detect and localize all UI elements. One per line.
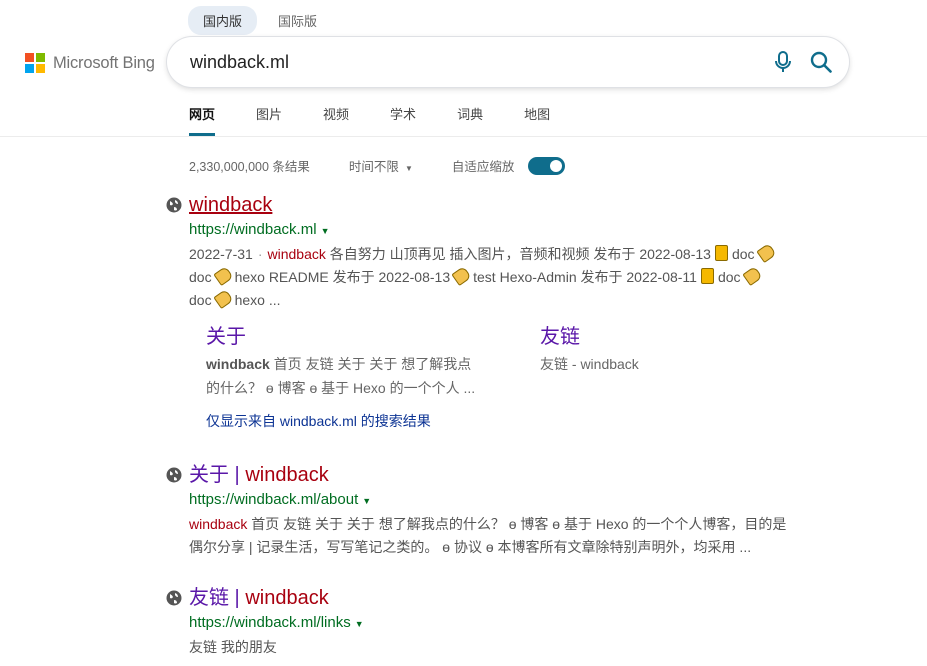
snippet-line-1: 各自努力 山顶再见 插入图片，音频和视频 发布于 2022-08-13 xyxy=(329,246,711,262)
snippet-line-1: 友链 我的朋友 xyxy=(189,639,277,655)
region-domestic-tab[interactable]: 国内版 xyxy=(188,6,258,35)
deep-link-desc-bold: windback xyxy=(206,356,270,372)
tab-maps[interactable]: 地图 xyxy=(524,104,550,136)
search-result: windback https://windback.ml ▼ 2022-7-31 ·… xyxy=(166,193,826,312)
snippet-doc: doc xyxy=(717,269,741,285)
result-url-text: https://windback.ml xyxy=(189,221,317,238)
deep-link-desc: windback 首页 友链 关于 关于 想了解我点的什么？ ɵ 博客 ɵ 基于… xyxy=(206,352,506,400)
search-box[interactable]: windback.ml xyxy=(167,37,849,87)
microsoft-logo-icon xyxy=(25,53,45,73)
tag-icon xyxy=(755,242,777,264)
logo-text: Microsoft Bing xyxy=(53,53,155,72)
tab-academic[interactable]: 学术 xyxy=(390,104,416,136)
title-part: windback xyxy=(245,464,329,486)
separator-dot: · xyxy=(257,246,263,262)
title-part: 关于 xyxy=(189,464,229,486)
tag-icon xyxy=(212,288,234,310)
site-only-link[interactable]: 仅显示来自 windback.ml 的搜索结果 xyxy=(206,411,431,431)
clipboard-icon xyxy=(700,268,714,284)
snippet-line-2b: test Hexo-Admin 发布于 2022-08-11 xyxy=(473,269,697,285)
tab-images[interactable]: 图片 xyxy=(256,104,282,136)
caret-down-icon[interactable]: ▼ xyxy=(362,496,371,506)
tab-videos[interactable]: 视频 xyxy=(323,104,349,136)
globe-icon xyxy=(166,590,182,606)
time-filter-dropdown[interactable]: 时间不限 ▼ xyxy=(349,156,413,175)
result-snippet: 2022-7-31 · windback 各自努力 山顶再见 插入图片，音频和视频 … xyxy=(189,242,826,312)
search-icon[interactable] xyxy=(810,51,832,73)
deep-link: 友链 友链 - windback xyxy=(540,324,840,376)
search-result: 友链 | windback https://windback.ml/links ▼… xyxy=(166,586,826,659)
vertical-tabs: 网页 图片 视频 学术 词典 地图 xyxy=(189,104,591,136)
search-input[interactable]: windback.ml xyxy=(190,52,289,73)
tag-icon xyxy=(212,265,234,287)
time-filter-label: 时间不限 xyxy=(348,160,399,174)
region-international-tab[interactable]: 国际版 xyxy=(263,6,332,35)
deep-link: 关于 windback 首页 友链 关于 关于 想了解我点的什么？ ɵ 博客 ɵ… xyxy=(206,324,506,400)
result-title-link[interactable]: 关于 | windback xyxy=(189,463,826,487)
deep-link-title[interactable]: 关于 xyxy=(206,324,506,350)
tab-web[interactable]: 网页 xyxy=(189,104,216,136)
globe-icon xyxy=(166,197,182,213)
result-title-link[interactable]: windback xyxy=(189,193,826,217)
snippet-line-2a: hexo README 发布于 2022-08-13 xyxy=(234,269,451,285)
title-separator: | xyxy=(229,587,246,609)
result-url-text: https://windback.ml/links xyxy=(189,614,351,631)
deep-link-title[interactable]: 友链 xyxy=(540,324,840,350)
region-switch: 国内版 国际版 xyxy=(188,6,332,35)
snippet-highlight: windback xyxy=(189,516,248,532)
title-separator: | xyxy=(229,464,246,486)
result-title-link[interactable]: 友链 | windback xyxy=(189,586,826,610)
tag-icon xyxy=(451,265,472,287)
result-count: 2,330,000,000 条结果 xyxy=(189,160,310,174)
result-url[interactable]: https://windback.ml ▼ xyxy=(189,219,826,242)
adaptive-zoom-label: 自适应缩放 xyxy=(451,160,515,174)
snippet-highlight: windback xyxy=(267,246,326,262)
result-snippet: 友链 我的朋友 xyxy=(189,636,826,659)
title-part: windback xyxy=(245,587,329,609)
result-stats-bar: 2,330,000,000 条结果 时间不限 ▼ 自适应缩放 xyxy=(189,156,566,175)
snippet-line-1: 首页 友链 关于 关于 想了解我点的什么？ ɵ 博客 ɵ 基于 Hexo 的一个… xyxy=(251,516,787,532)
globe-icon xyxy=(166,467,182,483)
adaptive-zoom-toggle[interactable] xyxy=(528,156,566,175)
result-url-text: https://windback.ml/about xyxy=(189,491,359,508)
chevron-down-icon: ▼ xyxy=(404,164,413,173)
snippet-doc: doc xyxy=(189,292,212,308)
bing-logo[interactable]: Microsoft Bing xyxy=(25,53,155,73)
caret-down-icon[interactable]: ▼ xyxy=(321,226,330,236)
clipboard-icon xyxy=(714,245,728,261)
result-url[interactable]: https://windback.ml/links ▼ xyxy=(189,612,826,635)
snippet-doc: doc xyxy=(731,246,755,262)
title-part: 友链 xyxy=(189,587,229,609)
deep-link-desc-2: 的什么？ ɵ 博客 ɵ 基于 Hexo 的一个个人 ... xyxy=(206,380,476,396)
tab-dictionary[interactable]: 词典 xyxy=(457,104,483,136)
result-snippet: windback 首页 友链 关于 关于 想了解我点的什么？ ɵ 博客 ɵ 基于… xyxy=(189,513,826,559)
snippet-line-2: 偶尔分享 | 记录生活，写写笔记之类的。 ɵ 协议 ɵ 本博客所有文章除特别声明… xyxy=(189,539,752,555)
snippet-line-3: hexo ... xyxy=(234,292,281,308)
caret-down-icon[interactable]: ▼ xyxy=(355,619,364,629)
deep-link-desc-1: 首页 友链 关于 关于 想了解我点 xyxy=(273,356,472,372)
snippet-date: 2022-7-31 xyxy=(189,246,253,262)
snippet-doc: doc xyxy=(189,269,212,285)
header-divider xyxy=(0,136,927,137)
search-result: 关于 | windback https://windback.ml/about ▼… xyxy=(166,463,826,559)
result-url[interactable]: https://windback.ml/about ▼ xyxy=(189,489,826,512)
deep-link-desc: 友链 - windback xyxy=(540,356,639,372)
microphone-icon[interactable] xyxy=(773,51,793,73)
tag-icon xyxy=(741,265,763,287)
